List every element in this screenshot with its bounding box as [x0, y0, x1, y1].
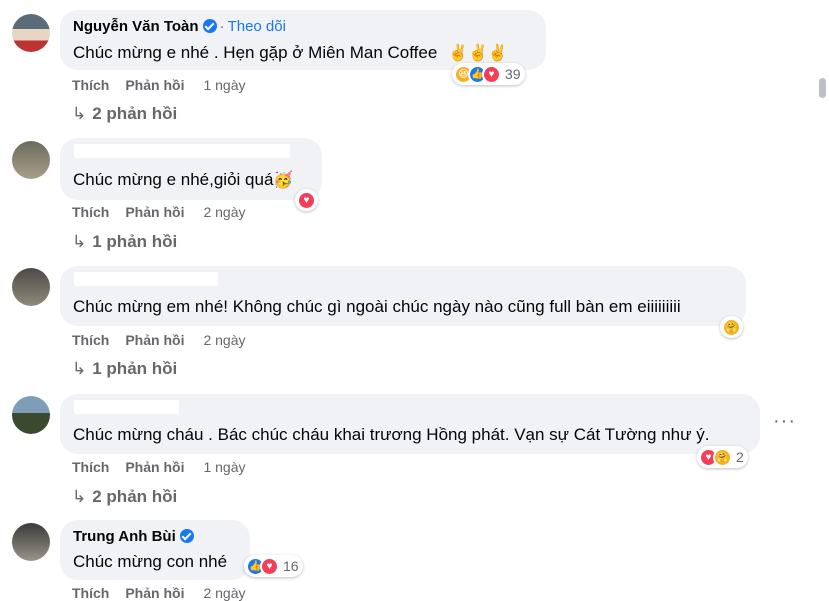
view-replies-link[interactable]: ↳ 2 phản hồi	[72, 487, 177, 507]
comment-text: Chúc mừng cháu . Bác chúc cháu khai trươ…	[73, 425, 710, 444]
comment-bubble: Chúc mừng e nhé,giỏi quá🥳	[60, 138, 322, 200]
view-replies-link[interactable]: ↳ 2 phản hồi	[72, 104, 177, 124]
more-options-icon[interactable]: ···	[773, 410, 796, 433]
redacted-author	[74, 400, 179, 414]
like-button[interactable]: Thích	[72, 204, 109, 220]
comment-bubble: Chúc mừng cháu . Bác chúc cháu khai trươ…	[60, 394, 760, 454]
reaction-summary[interactable]: 🤗	[720, 316, 743, 338]
reaction-count: 2	[736, 449, 744, 465]
avatar[interactable]	[12, 268, 50, 306]
follow-link[interactable]: Theo dõi	[228, 18, 286, 35]
care-reaction-icon: 🤗	[713, 447, 732, 467]
author-name[interactable]: Nguyễn Văn Toàn	[73, 18, 199, 35]
verified-badge-icon	[179, 529, 194, 543]
reply-button[interactable]: Phản hồi	[125, 459, 184, 475]
redacted-author	[74, 272, 218, 286]
avatar[interactable]	[12, 523, 50, 561]
like-button[interactable]: Thích	[72, 77, 109, 93]
comment-actions: Thích Phản hồi 2 ngày	[72, 332, 246, 348]
author-name[interactable]: Trung Anh Bùi	[73, 528, 176, 545]
reply-arrow-icon: ↳	[72, 359, 87, 378]
comment-text: Chúc mừng em nhé! Không chúc gì ngoài ch…	[73, 297, 681, 316]
avatar[interactable]	[12, 141, 50, 179]
view-replies-link[interactable]: ↳ 1 phản hồi	[72, 232, 177, 252]
care-reaction-icon: 🤗	[722, 317, 741, 337]
reaction-count: 16	[283, 558, 299, 574]
reply-button[interactable]: Phản hồi	[125, 204, 184, 220]
reply-arrow-icon: ↳	[72, 104, 87, 123]
comment-actions: Thích Phản hồi 1 ngày	[72, 459, 246, 475]
view-replies-link[interactable]: ↳ 1 phản hồi	[72, 359, 177, 379]
timestamp[interactable]: 1 ngày	[203, 459, 245, 475]
timestamp[interactable]: 2 ngày	[203, 204, 245, 220]
comment-author: Trung Anh Bùi	[73, 528, 194, 545]
party-face-emoji-icon: 🥳	[273, 172, 294, 189]
reply-arrow-icon: ↳	[72, 487, 87, 506]
comment-text: Chúc mừng con nhé	[73, 552, 228, 571]
victory-hand-emoji-icon: ✌️✌️✌️	[448, 45, 508, 62]
comment-bubble: Trung Anh Bùi Chúc mừng con nhé	[60, 520, 250, 580]
reply-button[interactable]: Phản hồi	[125, 77, 184, 93]
comment-text: Chúc mừng e nhé . Hẹn gặp ở Miên Man Cof…	[73, 43, 508, 62]
comment-author: Nguyễn Văn Toàn · Theo dõi	[73, 18, 286, 35]
timestamp[interactable]: 1 ngày	[203, 77, 245, 93]
reaction-summary[interactable]: ♥ 🤗 2	[697, 446, 748, 468]
comment-bubble: Chúc mừng em nhé! Không chúc gì ngoài ch…	[60, 266, 746, 326]
reaction-count: 39	[505, 66, 521, 82]
like-button[interactable]: Thích	[72, 459, 109, 475]
like-button[interactable]: Thích	[72, 332, 109, 348]
redacted-author	[74, 144, 290, 158]
avatar[interactable]	[12, 14, 50, 52]
comment-text: Chúc mừng e nhé,giỏi quá🥳	[73, 170, 294, 189]
comment-bubble: Nguyễn Văn Toàn · Theo dõi Chúc mừng e nhé…	[60, 10, 546, 70]
love-reaction-icon: ♥	[260, 556, 279, 576]
comment-actions: Thích Phản hồi 2 ngày	[72, 204, 246, 220]
timestamp[interactable]: 2 ngày	[203, 332, 245, 348]
verified-badge-icon	[202, 19, 217, 33]
reaction-summary[interactable]: 😆 👍 ♥ 39	[452, 63, 525, 85]
love-reaction-icon: ♥	[482, 64, 501, 84]
scrollbar-thumb[interactable]	[819, 78, 826, 98]
comment-actions: Thích Phản hồi 1 ngày	[72, 77, 246, 93]
reaction-summary[interactable]: 👍 ♥ 16	[244, 555, 303, 577]
reply-button[interactable]: Phản hồi	[125, 332, 184, 348]
avatar[interactable]	[12, 396, 50, 434]
reaction-summary[interactable]: ♥	[295, 189, 318, 211]
reply-arrow-icon: ↳	[72, 232, 87, 251]
love-reaction-icon: ♥	[297, 190, 316, 210]
